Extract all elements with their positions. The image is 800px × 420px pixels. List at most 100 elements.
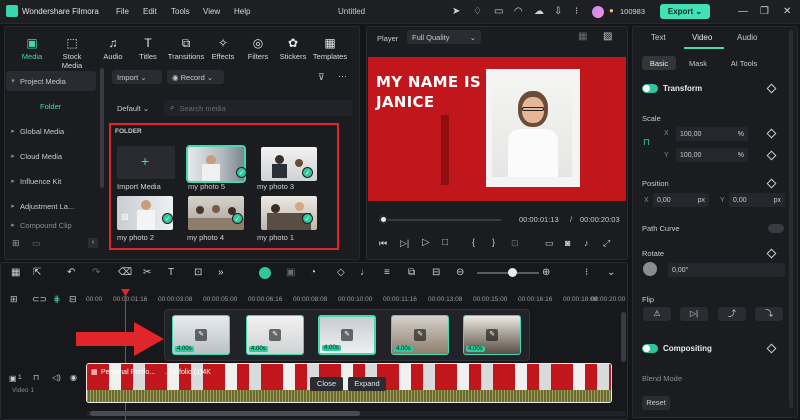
rotate-right-button[interactable]: ⤵ bbox=[755, 307, 783, 321]
timeline-vertical-scrollbar[interactable] bbox=[621, 312, 626, 362]
menu-view[interactable]: View bbox=[203, 7, 220, 16]
properties-scrollbar[interactable] bbox=[789, 30, 793, 408]
sidebar-item-influence-kit[interactable]: ▸ Influence Kit bbox=[6, 171, 96, 191]
record-button[interactable]: ◉ Record ⌄ bbox=[167, 70, 224, 84]
flip-vertical-button[interactable]: ⚠ bbox=[643, 307, 671, 321]
magnet-icon[interactable]: ⋕ bbox=[53, 294, 61, 305]
zoom-out-icon[interactable]: ⊖ bbox=[456, 267, 464, 278]
stop-icon[interactable]: □ bbox=[442, 237, 448, 248]
import-button[interactable]: Import ⌄ bbox=[112, 70, 162, 84]
lock-track-icon[interactable]: ⊓ bbox=[33, 373, 39, 382]
sidebar-item-global-media[interactable]: ▸ Global Media bbox=[6, 121, 96, 141]
sidebar-scrollbar[interactable] bbox=[100, 68, 104, 188]
path-curve-toggle[interactable] bbox=[768, 224, 784, 233]
tab-templates[interactable]: ▦ Templates bbox=[310, 36, 350, 61]
lightbulb-icon[interactable]: ♢ bbox=[473, 6, 482, 17]
media-thumb-my-photo-5[interactable] bbox=[186, 145, 246, 183]
tab-effects[interactable]: ✧ Effects bbox=[203, 36, 243, 61]
link-icon[interactable]: ⊂⊃ bbox=[32, 294, 47, 305]
subtab-mask[interactable]: Mask bbox=[683, 56, 713, 70]
redo-icon[interactable]: ↷ bbox=[92, 267, 100, 278]
close-window-icon[interactable]: ✕ bbox=[783, 6, 791, 17]
snap-icon[interactable]: ⊟ bbox=[432, 267, 440, 278]
play-icon[interactable]: ▷ bbox=[422, 237, 430, 248]
microphone-icon[interactable]: ♩ bbox=[360, 267, 370, 278]
monitor-icon[interactable]: ▭ bbox=[545, 238, 554, 249]
rotate-field[interactable]: 0,00° bbox=[668, 263, 785, 277]
zoom-in-icon[interactable]: ⊕ bbox=[542, 267, 550, 278]
popup-clip-4[interactable]: ✎ 4.00s bbox=[391, 315, 449, 355]
mute-icon[interactable]: ◁) bbox=[52, 373, 61, 382]
headphones-icon[interactable]: ◠ bbox=[514, 6, 523, 17]
filter-icon[interactable]: ⊽ bbox=[318, 72, 325, 83]
delete-icon[interactable]: ⌫ bbox=[118, 267, 132, 278]
popup-clip-3[interactable]: ✎ 4.00s bbox=[318, 315, 376, 355]
tab-filters[interactable]: ◎ Filters bbox=[238, 36, 278, 61]
transform-toggle[interactable] bbox=[642, 84, 658, 93]
undo-icon[interactable]: ↶ bbox=[67, 267, 75, 278]
sidebar-item-compound-clip[interactable]: ▸ Compound Clip bbox=[6, 219, 96, 231]
screen-icon[interactable]: ▭ bbox=[494, 6, 503, 17]
export-button[interactable]: Export ⌄ bbox=[660, 4, 710, 19]
more-tools-icon[interactable]: » bbox=[218, 267, 224, 278]
scale-x-field[interactable]: 100,00% bbox=[676, 127, 748, 141]
lock-icon[interactable]: ⊓ bbox=[643, 137, 650, 148]
tab-text[interactable]: Text bbox=[651, 33, 666, 42]
tab-transitions[interactable]: ⧉ Transitions bbox=[166, 36, 206, 61]
split-icon[interactable]: ✂ bbox=[143, 267, 151, 278]
scale-y-field[interactable]: 100,00% bbox=[676, 148, 748, 162]
tab-stickers[interactable]: ✿ Stickers bbox=[273, 36, 313, 61]
fullscreen-icon[interactable]: ⤢ bbox=[603, 238, 610, 249]
list-icon[interactable]: ≡ bbox=[384, 267, 390, 278]
grid-view-icon[interactable]: ▦ bbox=[578, 31, 587, 42]
compositing-toggle[interactable] bbox=[642, 344, 658, 353]
menu-tools[interactable]: Tools bbox=[171, 7, 190, 16]
settings-icon[interactable]: ⌄ bbox=[607, 267, 615, 278]
tab-audio[interactable]: ♫ Audio bbox=[93, 36, 133, 61]
popup-clip-5[interactable]: ✎ 4.00s bbox=[463, 315, 521, 355]
subtab-ai-tools[interactable]: AI Tools bbox=[724, 56, 764, 70]
cloud-icon[interactable]: ☁ bbox=[534, 6, 544, 17]
previous-frame-icon[interactable]: ⏮ bbox=[379, 238, 387, 249]
preview-canvas[interactable]: MY NAME IS JANICE bbox=[368, 57, 626, 201]
grid-icon[interactable]: ⁝ bbox=[575, 6, 578, 17]
menu-edit[interactable]: Edit bbox=[143, 7, 157, 16]
minimize-icon[interactable]: — bbox=[738, 6, 748, 17]
playback-handle[interactable] bbox=[378, 215, 388, 224]
green-screen-icon[interactable]: ▣ bbox=[286, 267, 295, 278]
folder-icon[interactable]: ▭ bbox=[32, 238, 41, 249]
avatar[interactable] bbox=[592, 6, 604, 18]
sidebar-item-project-media[interactable]: ▾ Project Media bbox=[6, 71, 96, 91]
add-track-icon[interactable]: ⊞ bbox=[10, 294, 18, 305]
eye-icon[interactable]: ◉ bbox=[70, 373, 77, 382]
crop-icon[interactable]: ⊡ bbox=[194, 267, 202, 278]
tab-titles[interactable]: T Titles bbox=[128, 36, 168, 61]
render-icon[interactable]: ⊡ bbox=[511, 238, 519, 249]
import-media-tile[interactable]: + bbox=[117, 146, 175, 179]
volume-icon[interactable]: ♪ bbox=[584, 238, 589, 248]
new-folder-icon[interactable]: ⊞ bbox=[12, 238, 20, 249]
speed-icon[interactable]: ◔ bbox=[310, 267, 316, 278]
send-icon[interactable]: ➤ bbox=[452, 6, 460, 17]
position-x-field[interactable]: 0,00 px bbox=[653, 193, 709, 207]
tab-media[interactable]: ▣ Media bbox=[12, 36, 52, 61]
tab-stock-media[interactable]: ⬚ Stock Media bbox=[52, 36, 92, 70]
more-icon[interactable]: ⋯ bbox=[338, 71, 347, 82]
tab-audio[interactable]: Audio bbox=[737, 33, 757, 42]
subtab-basic[interactable]: Basic bbox=[642, 56, 676, 70]
mark-out-icon[interactable]: } bbox=[492, 237, 495, 247]
timeline-horizontal-scrollbar[interactable] bbox=[86, 411, 626, 416]
collapse-sidebar-icon[interactable]: ‹ bbox=[88, 238, 98, 248]
sidebar-item-adjustment-layer[interactable]: ▸ Adjustment La... bbox=[6, 196, 96, 216]
select-tool-icon[interactable]: ⇱ bbox=[33, 267, 41, 278]
menu-help[interactable]: Help bbox=[234, 7, 250, 16]
search-input[interactable]: ⌕ Search media bbox=[164, 100, 352, 116]
reset-button[interactable]: Reset bbox=[642, 396, 670, 410]
tab-video[interactable]: Video bbox=[692, 33, 712, 42]
layout-icon[interactable]: ▦ bbox=[11, 267, 20, 278]
maximize-icon[interactable]: ❐ bbox=[760, 6, 769, 17]
sidebar-item-folder[interactable]: Folder bbox=[6, 96, 96, 116]
flip-horizontal-button[interactable]: ▷| bbox=[680, 307, 708, 321]
snapshot-icon[interactable]: ▨ bbox=[603, 31, 612, 42]
download-icon[interactable]: ⇩ bbox=[554, 6, 562, 17]
